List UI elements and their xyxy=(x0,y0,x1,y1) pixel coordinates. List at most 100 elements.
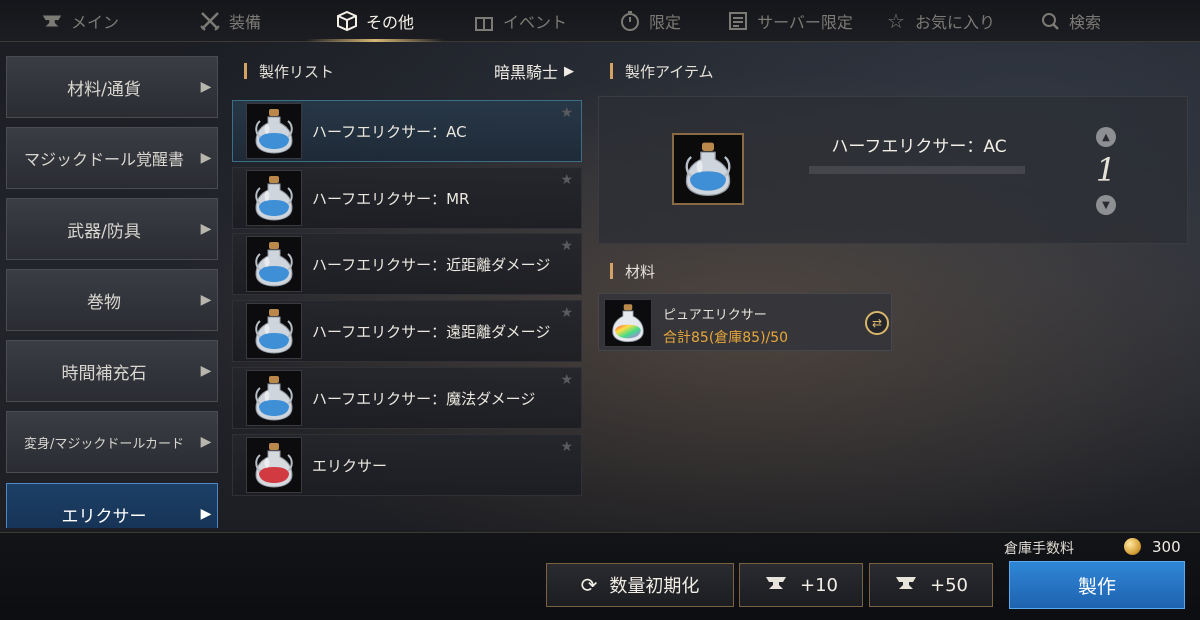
reset-quantity-button[interactable]: ⟳ 数量初期化 xyxy=(546,563,734,607)
category-magic-doll-awakening[interactable]: マジックドール覚醒書 ▶ xyxy=(6,127,218,189)
half-elixir-blue-potion-icon xyxy=(246,370,302,426)
swap-icon[interactable]: ⇄ xyxy=(865,311,889,335)
reset-quantity-label: 数量初期化 xyxy=(609,576,700,597)
tab-search-label: 検索 xyxy=(1068,12,1101,32)
favorite-star-icon[interactable]: ★ xyxy=(560,305,573,321)
craft-list-item[interactable]: ハーフエリクサー：MR ★ xyxy=(232,167,582,229)
craft-list-item[interactable]: ハーフエリクサー：近距離ダメージ ★ xyxy=(232,233,582,295)
tab-equipment-label: 装備 xyxy=(228,12,261,32)
category-polymorph-doll-card[interactable]: 変身/マジックドールカード ▶ xyxy=(6,411,218,473)
star-outline-icon: ☆ xyxy=(887,8,905,33)
craft-item-progress-bar xyxy=(809,166,1025,174)
tab-event-label: イベント xyxy=(502,12,567,32)
half-elixir-blue-potion-icon xyxy=(246,303,302,359)
tab-other[interactable]: その他 xyxy=(300,0,450,42)
anvil-icon xyxy=(764,571,788,600)
materials-title: 材料 xyxy=(625,262,656,281)
craft-list: ハーフエリクサー：AC ★ ハーフエリクサー：MR ★ ハーフエリクサー：近距離… xyxy=(232,96,582,528)
elixir-red-potion-icon xyxy=(246,437,302,493)
box-icon xyxy=(336,10,358,32)
quantity-value: 1 xyxy=(1095,151,1117,189)
tab-favorites-label: お気に入り xyxy=(914,12,995,32)
plus-50-label: +50 xyxy=(930,574,968,596)
craft-item-header: 製作アイテム xyxy=(610,60,714,82)
craft-item-name: ハーフエリクサー：近距離ダメージ xyxy=(312,255,551,274)
category-time-stone[interactable]: 時間補充石 ▶ xyxy=(6,340,218,402)
category-label: 変身/マジックドールカード xyxy=(24,436,184,452)
half-elixir-blue-potion-icon xyxy=(246,170,302,226)
craft-item-name: ハーフエリクサー：AC xyxy=(312,122,467,141)
favorite-star-icon[interactable]: ★ xyxy=(560,439,573,455)
craft-list-item[interactable]: ハーフエリクサー：魔法ダメージ ★ xyxy=(232,367,582,429)
chevron-right-icon: ▶ xyxy=(200,363,212,379)
chevron-right-icon: ▶ xyxy=(200,506,212,522)
craft-item-name: ハーフエリクサー：MR xyxy=(312,189,470,208)
craft-list-item[interactable]: エリクサー ★ xyxy=(232,434,582,496)
plus-10-label: +10 xyxy=(800,574,838,596)
craft-item-title: 製作アイテム xyxy=(625,62,714,81)
favorite-star-icon[interactable]: ★ xyxy=(560,172,573,188)
top-tab-bar: メイン 装備 その他 イベント 限定 サーバー限定 ☆ お気に入り 検索 xyxy=(0,0,1200,42)
craft-item-name: ハーフエリクサー：遠距離ダメージ xyxy=(312,322,551,341)
category-materials-currency[interactable]: 材料/通貨 ▶ xyxy=(6,56,218,118)
chevron-right-icon: ▶ xyxy=(200,292,212,308)
tab-event[interactable]: イベント xyxy=(450,0,590,41)
plus-50-button[interactable]: +50 xyxy=(869,563,993,607)
half-elixir-blue-potion-icon xyxy=(672,133,744,205)
chevron-right-icon: ▶ xyxy=(200,79,212,95)
tab-main[interactable]: メイン xyxy=(0,0,160,41)
favorite-star-icon[interactable]: ★ xyxy=(560,238,573,254)
quantity-down-button[interactable]: ▼ xyxy=(1096,195,1116,215)
tab-server-limited-label: サーバー限定 xyxy=(757,12,853,32)
warehouse-fee-label: 倉庫手数料 xyxy=(1004,541,1074,557)
plus-10-button[interactable]: +10 xyxy=(739,563,863,607)
half-elixir-blue-potion-icon xyxy=(246,236,302,292)
material-item[interactable]: ピュアエリクサー 合計85(倉庫85)/50 ⇄ xyxy=(598,293,892,351)
category-scrolls[interactable]: 巻物 ▶ xyxy=(6,269,218,331)
anvil-icon xyxy=(894,571,918,600)
category-label: 巻物 xyxy=(87,292,121,313)
tab-limited[interactable]: 限定 xyxy=(590,0,710,41)
craft-button[interactable]: 製作 xyxy=(1009,561,1185,609)
tab-limited-label: 限定 xyxy=(648,12,681,32)
favorite-star-icon[interactable]: ★ xyxy=(560,105,573,121)
stopwatch-icon xyxy=(619,10,641,32)
category-weapons-armor[interactable]: 武器/防具 ▶ xyxy=(6,198,218,260)
materials-header: 材料 xyxy=(610,260,655,282)
category-list: 材料/通貨 ▶ マジックドール覚醒書 ▶ 武器/防具 ▶ 巻物 ▶ 時間補充石 … xyxy=(0,52,224,528)
craft-list-item[interactable]: ハーフエリクサー：AC ★ xyxy=(232,100,582,162)
craft-list-title: 製作リスト xyxy=(259,62,335,81)
craft-item-name: ハーフエリクサー：AC xyxy=(831,137,1007,157)
category-label: エリクサー xyxy=(61,506,147,527)
tab-main-label: メイン xyxy=(70,12,119,32)
craft-item-name: エリクサー xyxy=(312,456,388,475)
search-icon xyxy=(1039,10,1061,32)
craft-button-label: 製作 xyxy=(1077,575,1116,598)
tab-equipment[interactable]: 装備 xyxy=(160,0,300,41)
chevron-right-icon: ▶ xyxy=(200,221,212,237)
craft-list-header: 製作リスト 暗黒騎士 ▶ xyxy=(244,60,574,82)
header-accent-bar xyxy=(244,63,247,79)
quantity-up-button[interactable]: ▲ xyxy=(1096,127,1116,147)
tab-favorites[interactable]: ☆ お気に入り xyxy=(870,0,1010,41)
category-label: マジックドール覚醒書 xyxy=(23,150,184,169)
category-elixir[interactable]: エリクサー ▶ xyxy=(6,483,218,528)
craft-list-item[interactable]: ハーフエリクサー：遠距離ダメージ ★ xyxy=(232,300,582,362)
favorite-star-icon[interactable]: ★ xyxy=(560,372,573,388)
tab-search[interactable]: 検索 xyxy=(1010,0,1130,41)
header-accent-bar xyxy=(610,63,613,79)
crossed-swords-icon xyxy=(199,10,221,32)
anvil-icon xyxy=(41,10,63,32)
class-filter-label: 暗黒騎士 xyxy=(493,63,558,82)
chevron-right-icon: ▶ xyxy=(200,434,212,450)
gift-icon xyxy=(473,10,495,32)
header-accent-bar xyxy=(610,263,613,279)
half-elixir-blue-potion-icon xyxy=(246,103,302,159)
category-label: 武器/防具 xyxy=(67,221,141,242)
tab-server-limited[interactable]: サーバー限定 xyxy=(710,0,870,41)
material-count: 合計85(倉庫85)/50 xyxy=(663,330,789,346)
category-label: 時間補充石 xyxy=(61,363,147,384)
gold-coin-icon xyxy=(1124,538,1141,555)
warehouse-fee-value: 300 xyxy=(1152,538,1181,556)
class-filter[interactable]: 暗黒騎士 ▶ xyxy=(494,59,574,83)
